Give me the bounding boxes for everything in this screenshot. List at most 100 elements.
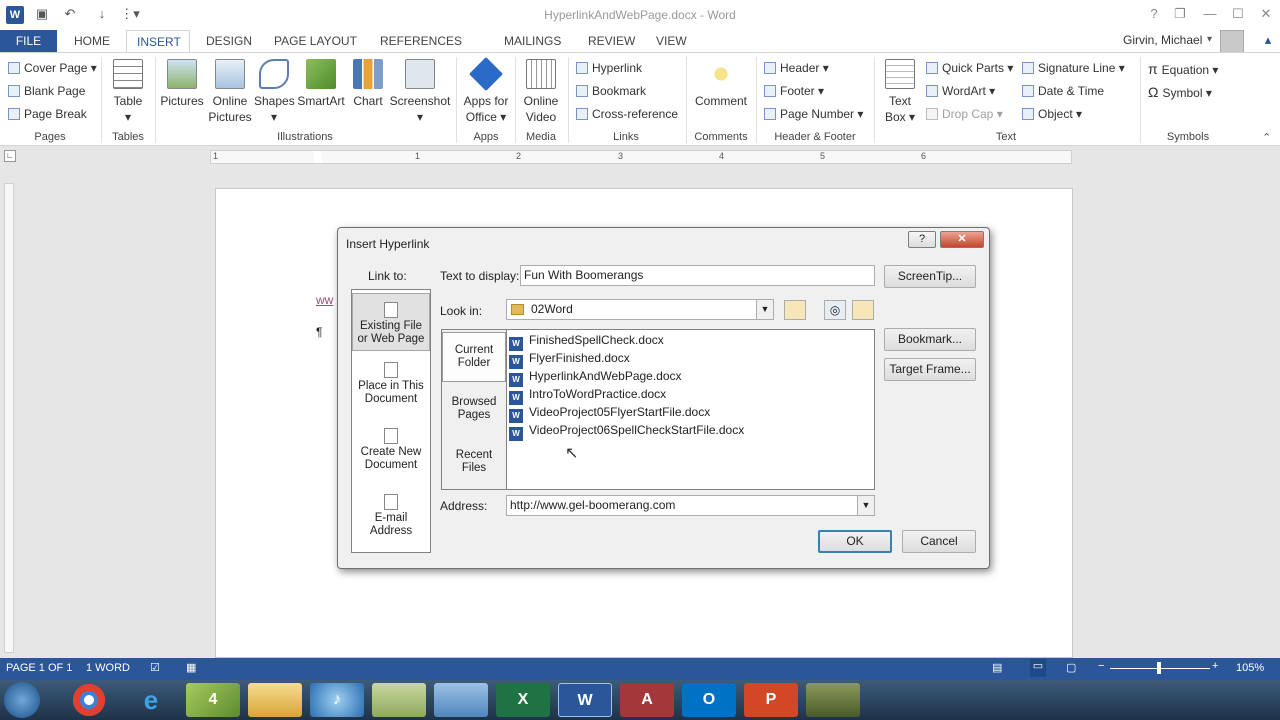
file-explorer-icon[interactable] xyxy=(248,683,302,717)
user-dropdown-icon[interactable]: ▾ xyxy=(1207,34,1212,45)
ribbon-display-icon[interactable]: ❐ xyxy=(1168,4,1192,24)
list-item[interactable]: W VideoProject06SpellCheckStartFile.docx xyxy=(509,421,744,441)
indent-marker[interactable] xyxy=(314,151,322,163)
screentip-button[interactable]: ScreenTip... xyxy=(884,265,976,288)
app-blue-icon[interactable] xyxy=(434,683,488,717)
link-to-existing-file[interactable]: Existing File or Web Page xyxy=(352,293,430,351)
screenshot-button[interactable]: Screenshot ▾ xyxy=(388,59,452,125)
browse-web-icon[interactable]: ◎ xyxy=(824,300,846,320)
chrome-icon[interactable] xyxy=(62,683,116,717)
bookmark-ribbon-button[interactable]: Bookmark xyxy=(576,84,646,98)
tab-view[interactable]: VIEW xyxy=(646,30,697,52)
user-name[interactable]: Girvin, Michael xyxy=(1123,33,1202,47)
excel-icon[interactable]: X xyxy=(496,683,550,717)
dialog-help-button[interactable]: ? xyxy=(908,231,936,248)
tab-file[interactable]: FILE xyxy=(0,30,57,52)
list-item[interactable]: W FinishedSpellCheck.docx xyxy=(509,331,664,351)
bookmark-button[interactable]: Bookmark... xyxy=(884,328,976,351)
current-folder-tab[interactable]: Current Folder xyxy=(442,332,506,382)
dialog-close-button[interactable]: ✕ xyxy=(940,231,984,248)
browsed-pages-tab[interactable]: Browsed Pages xyxy=(442,396,506,422)
chevron-down-icon[interactable]: ▼ xyxy=(756,300,773,319)
list-item[interactable]: W IntroToWordPractice.docx xyxy=(509,385,666,405)
header-button[interactable]: Header ▾ xyxy=(764,61,829,75)
tab-insert[interactable]: INSERT xyxy=(126,30,190,52)
minimize-icon[interactable]: — xyxy=(1198,4,1222,24)
tab-page-layout[interactable]: PAGE LAYOUT xyxy=(264,30,367,52)
link-to-email-address[interactable]: E-mail Address xyxy=(352,494,430,552)
page-number-button[interactable]: Page Number ▾ xyxy=(764,107,863,121)
internet-explorer-icon[interactable]: e xyxy=(124,683,178,717)
cancel-button[interactable]: Cancel xyxy=(902,530,976,553)
avatar[interactable] xyxy=(1220,30,1244,54)
vertical-ruler[interactable] xyxy=(4,183,14,653)
text-to-display-input[interactable]: Fun With Boomerangs xyxy=(520,265,875,286)
powerpoint-icon[interactable]: P xyxy=(744,683,798,717)
signature-line-button[interactable]: Signature Line ▾ xyxy=(1022,61,1125,75)
online-pictures-button[interactable]: Online Pictures xyxy=(208,59,252,125)
zoom-level[interactable]: 105% xyxy=(1236,662,1264,674)
table-button[interactable]: Table ▾ xyxy=(108,59,148,125)
zoom-slider-handle[interactable] xyxy=(1157,662,1161,674)
list-item[interactable]: W HyperlinkAndWebPage.docx xyxy=(509,367,682,387)
list-item[interactable]: W VideoProject05FlyerStartFile.docx xyxy=(509,403,710,423)
link-to-create-new-document[interactable]: Create New Document xyxy=(352,428,430,486)
start-button-icon[interactable] xyxy=(4,682,40,718)
wordart-button[interactable]: WordArt ▾ xyxy=(926,84,995,98)
blank-page-button[interactable]: Blank Page xyxy=(8,84,85,98)
look-in-select[interactable]: 02Word ▼ xyxy=(506,299,774,320)
date-time-button[interactable]: Date & Time xyxy=(1022,84,1104,98)
tab-home[interactable]: HOME xyxy=(64,30,120,52)
browse-file-icon[interactable] xyxy=(852,300,874,320)
text-box-button[interactable]: Text Box ▾ xyxy=(880,59,920,125)
object-button[interactable]: Object ▾ xyxy=(1022,107,1082,121)
tab-references[interactable]: REFERENCES xyxy=(370,30,472,52)
smartart-button[interactable]: SmartArt xyxy=(296,59,346,109)
access-icon[interactable]: A xyxy=(620,683,674,717)
link-to-place-in-document[interactable]: Place in This Document xyxy=(352,362,430,420)
list-item[interactable]: W FlyerFinished.docx xyxy=(509,349,630,369)
cross-reference-button[interactable]: Cross-reference xyxy=(576,107,678,121)
zoom-in-icon[interactable]: + xyxy=(1212,660,1218,672)
word-icon[interactable]: W xyxy=(558,683,612,717)
pictures-button[interactable]: Pictures xyxy=(160,59,204,109)
print-layout-icon[interactable]: ▭ xyxy=(1030,659,1046,677)
tab-review[interactable]: REVIEW xyxy=(578,30,645,52)
address-input[interactable]: http://www.gel-boomerang.com ▼ xyxy=(506,495,875,516)
symbol-button[interactable]: Ω Symbol ▾ xyxy=(1148,84,1212,100)
word-count[interactable]: 1 WORD xyxy=(86,662,130,674)
shapes-button[interactable]: Shapes ▾ xyxy=(254,59,295,125)
outlook-icon[interactable]: O xyxy=(682,683,736,717)
hyperlink-button[interactable]: Hyperlink xyxy=(576,61,642,75)
proofing-icon[interactable]: ☑ xyxy=(150,661,160,674)
web-layout-icon[interactable]: ▢ xyxy=(1066,661,1076,674)
target-frame-button[interactable]: Target Frame... xyxy=(884,358,976,381)
itunes-icon[interactable]: ♪ xyxy=(310,683,364,717)
collapse-ribbon-icon[interactable]: ⌃ xyxy=(1262,131,1271,144)
tab-mailings[interactable]: MAILINGS xyxy=(494,30,571,52)
footer-button[interactable]: Footer ▾ xyxy=(764,84,824,98)
ribbon-collapse-icon[interactable]: ▴ xyxy=(1258,32,1278,52)
app-4-icon[interactable]: 4 xyxy=(186,683,240,717)
online-video-button[interactable]: Online Video xyxy=(518,59,564,125)
zoom-out-icon[interactable]: − xyxy=(1098,660,1104,672)
read-mode-icon[interactable]: ▤ xyxy=(992,661,1002,674)
ok-button[interactable]: OK xyxy=(818,530,892,553)
macro-icon[interactable]: ▦ xyxy=(186,661,196,674)
apps-for-office-button[interactable]: Apps for Office ▾ xyxy=(460,57,512,125)
equation-button[interactable]: π Equation ▾ xyxy=(1148,61,1218,77)
cover-page-button[interactable]: Cover Page ▾ xyxy=(8,61,97,75)
maximize-icon[interactable]: ☐ xyxy=(1226,4,1250,24)
app-green-icon[interactable] xyxy=(372,683,426,717)
help-icon[interactable]: ? xyxy=(1142,4,1166,24)
quick-parts-button[interactable]: Quick Parts ▾ xyxy=(926,61,1013,75)
chevron-down-icon[interactable]: ▼ xyxy=(857,496,874,515)
tab-selector[interactable]: ∟ xyxy=(4,150,16,162)
chart-button[interactable]: Chart xyxy=(350,59,386,109)
close-icon[interactable]: ✕ xyxy=(1254,4,1278,24)
comment-button[interactable]: Comment xyxy=(690,59,752,109)
up-folder-icon[interactable] xyxy=(784,300,806,320)
camtasia-icon[interactable] xyxy=(806,683,860,717)
document-text[interactable]: ww xyxy=(316,293,333,307)
tab-design[interactable]: DESIGN xyxy=(196,30,262,52)
